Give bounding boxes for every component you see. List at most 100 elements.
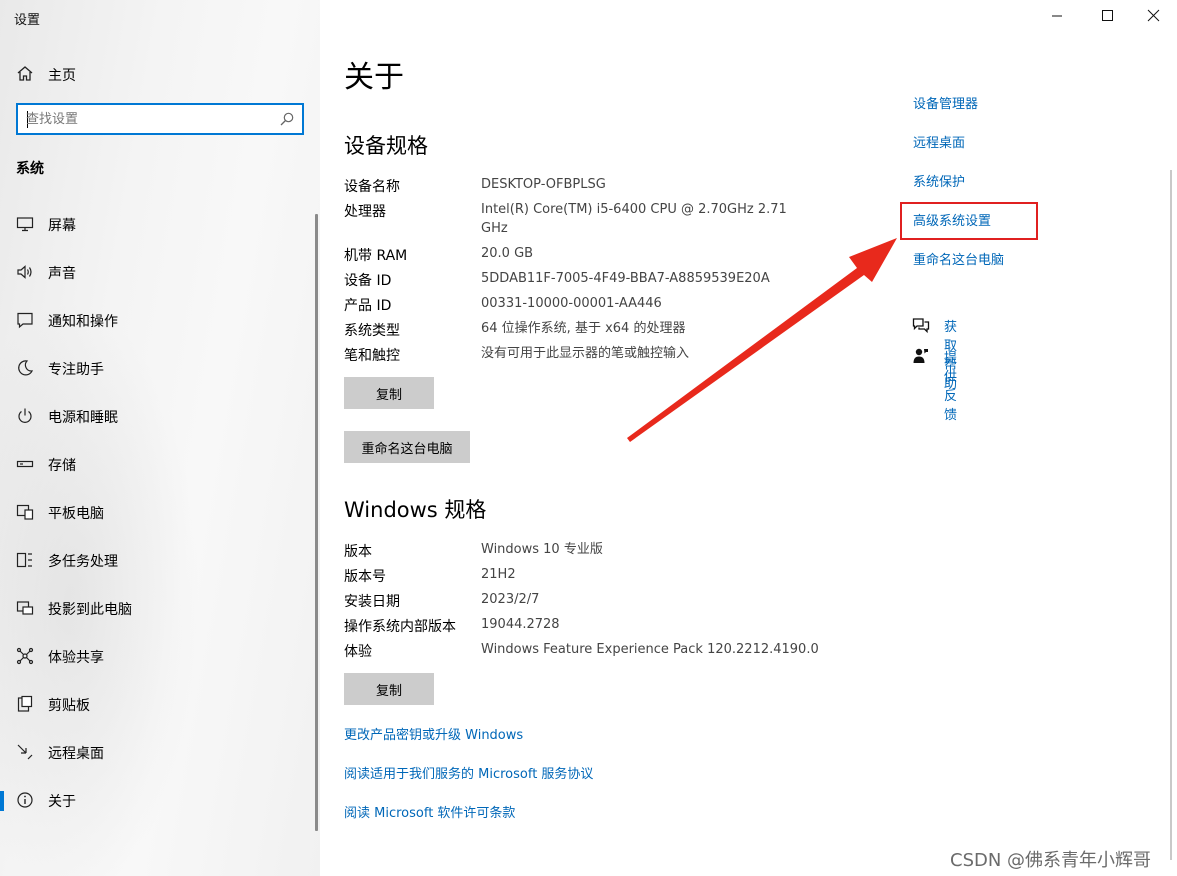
spec-label: 处理器: [344, 204, 386, 220]
home-icon: [17, 66, 33, 81]
main-content: 关于 设备规格 设备名称 DESKTOP-OFBPLSG 处理器 Intel(R…: [320, 0, 1177, 876]
power-icon: [18, 408, 32, 423]
sidebar-item-label: 通知和操作: [48, 314, 118, 330]
sidebar-item-shared-experiences[interactable]: 体验共享: [0, 636, 320, 676]
remote-desktop-link[interactable]: 远程桌面: [913, 132, 965, 151]
device-specs-heading: 设备规格: [344, 134, 428, 158]
search-icon[interactable]: [279, 111, 295, 127]
spec-label: 设备 ID: [344, 273, 392, 289]
spec-value: 2023/2/7: [481, 592, 540, 607]
moon-icon: [18, 360, 34, 376]
rename-pc-button[interactable]: 重命名这台电脑: [344, 431, 470, 463]
spec-label: 版本: [344, 544, 372, 560]
minimize-icon: [1052, 15, 1062, 17]
storage-icon: [16, 460, 34, 468]
spec-value: Windows 10 专业版: [481, 542, 603, 557]
sidebar-scrollbar[interactable]: [315, 214, 318, 831]
spec-label: 操作系统内部版本: [344, 619, 456, 635]
sidebar-item-multitasking[interactable]: 多任务处理: [0, 540, 320, 580]
sidebar-item-about[interactable]: 关于: [0, 780, 320, 820]
help-chat-icon: [912, 318, 930, 334]
maximize-button[interactable]: [1092, 4, 1122, 28]
spec-value: 没有可用于此显示器的笔或触控输入: [481, 346, 690, 361]
app-title: 设置: [14, 13, 41, 28]
sidebar-item-label: 电源和睡眠: [48, 410, 118, 426]
sidebar-item-label: 关于: [48, 794, 76, 810]
multitask-icon: [16, 552, 32, 568]
maximize-icon: [1102, 10, 1113, 21]
sidebar-item-label: 平板电脑: [48, 506, 104, 522]
search-input[interactable]: [26, 110, 276, 128]
sidebar-item-power[interactable]: 电源和睡眠: [0, 396, 320, 436]
highlight-box: [900, 202, 1038, 240]
tablet-icon: [16, 504, 34, 520]
copy-windows-specs-button[interactable]: 复制: [344, 673, 434, 705]
sidebar-home[interactable]: 主页: [0, 60, 320, 88]
minimize-button[interactable]: [1042, 4, 1072, 28]
sidebar-item-label: 投影到此电脑: [48, 602, 132, 618]
close-button[interactable]: [1138, 4, 1168, 28]
sidebar-home-label: 主页: [48, 68, 76, 84]
sidebar-item-label: 多任务处理: [48, 554, 118, 570]
sidebar-item-label: 剪贴板: [48, 698, 90, 714]
sidebar-item-sound[interactable]: 声音: [0, 252, 320, 292]
sidebar-item-clipboard[interactable]: 剪贴板: [0, 684, 320, 724]
close-icon: [1147, 9, 1160, 22]
sidebar-item-label: 专注助手: [48, 362, 104, 378]
project-icon: [16, 601, 34, 615]
speaker-icon: [17, 265, 32, 279]
notification-icon: [17, 312, 33, 329]
spec-label: 系统类型: [344, 323, 400, 339]
change-product-key-link[interactable]: 更改产品密钥或升级 Windows: [344, 724, 523, 743]
sidebar-item-label: 屏幕: [48, 218, 76, 234]
sidebar-item-tablet[interactable]: 平板电脑: [0, 492, 320, 532]
spec-value: 64 位操作系统, 基于 x64 的处理器: [481, 321, 686, 336]
spec-value: Intel(R) Core(TM) i5-6400 CPU @ 2.70GHz …: [481, 202, 787, 236]
spec-value: 5DDAB11F-7005-4F49-BBA7-A8859539E20A: [481, 271, 770, 286]
info-icon: [17, 792, 33, 808]
spec-value: Windows Feature Experience Pack 120.2212…: [481, 642, 819, 657]
spec-value: 20.0 GB: [481, 246, 534, 261]
sidebar-item-storage[interactable]: 存储: [0, 444, 320, 484]
spec-value: 21H2: [481, 567, 516, 582]
remote-desktop-icon: [17, 744, 33, 760]
spec-label: 安装日期: [344, 594, 400, 610]
spec-label: 体验: [344, 644, 372, 660]
license-terms-link[interactable]: 阅读 Microsoft 软件许可条款: [344, 802, 515, 821]
clipboard-icon: [17, 695, 33, 712]
section-title-system: 系统: [16, 161, 44, 177]
copy-device-specs-button[interactable]: 复制: [344, 377, 434, 409]
sidebar-item-remote-desktop[interactable]: 远程桌面: [0, 732, 320, 772]
search-box[interactable]: [16, 103, 304, 135]
sidebar: 设置 主页 系统 屏幕 声音 通知和操作 专注助手 电源和睡眠 存储: [0, 0, 320, 876]
spec-value: DESKTOP-OFBPLSG: [481, 177, 606, 192]
monitor-icon: [16, 217, 34, 232]
spec-label: 设备名称: [344, 179, 400, 195]
sidebar-item-label: 体验共享: [48, 650, 104, 666]
page-title: 关于: [344, 60, 404, 95]
system-protection-link[interactable]: 系统保护: [913, 171, 965, 190]
sidebar-item-label: 存储: [48, 458, 76, 474]
active-indicator: [0, 791, 4, 811]
device-manager-link[interactable]: 设备管理器: [913, 93, 978, 112]
sidebar-item-project[interactable]: 投影到此电脑: [0, 588, 320, 628]
windows-specs-heading: Windows 规格: [344, 498, 487, 522]
sidebar-item-display[interactable]: 屏幕: [0, 204, 320, 244]
sidebar-item-focus-assist[interactable]: 专注助手: [0, 348, 320, 388]
main-scrollbar[interactable]: [1170, 170, 1172, 860]
spec-label: 笔和触控: [344, 348, 400, 364]
feedback-person-icon: [913, 348, 928, 363]
sidebar-item-label: 远程桌面: [48, 746, 104, 762]
watermark: CSDN @佛系青年小辉哥: [950, 850, 1152, 871]
feedback-label: 提供反馈: [944, 351, 958, 423]
share-icon: [16, 647, 34, 665]
sidebar-item-notifications[interactable]: 通知和操作: [0, 300, 320, 340]
rename-pc-link[interactable]: 重命名这台电脑: [913, 249, 1004, 268]
spec-label: 产品 ID: [344, 298, 392, 314]
sidebar-item-label: 声音: [48, 266, 76, 282]
spec-value: 19044.2728: [481, 617, 560, 632]
service-agreement-link[interactable]: 阅读适用于我们服务的 Microsoft 服务协议: [344, 763, 593, 782]
spec-value: 00331-10000-00001-AA446: [481, 296, 662, 311]
spec-label: 版本号: [344, 569, 386, 585]
spec-label: 机带 RAM: [344, 248, 408, 264]
